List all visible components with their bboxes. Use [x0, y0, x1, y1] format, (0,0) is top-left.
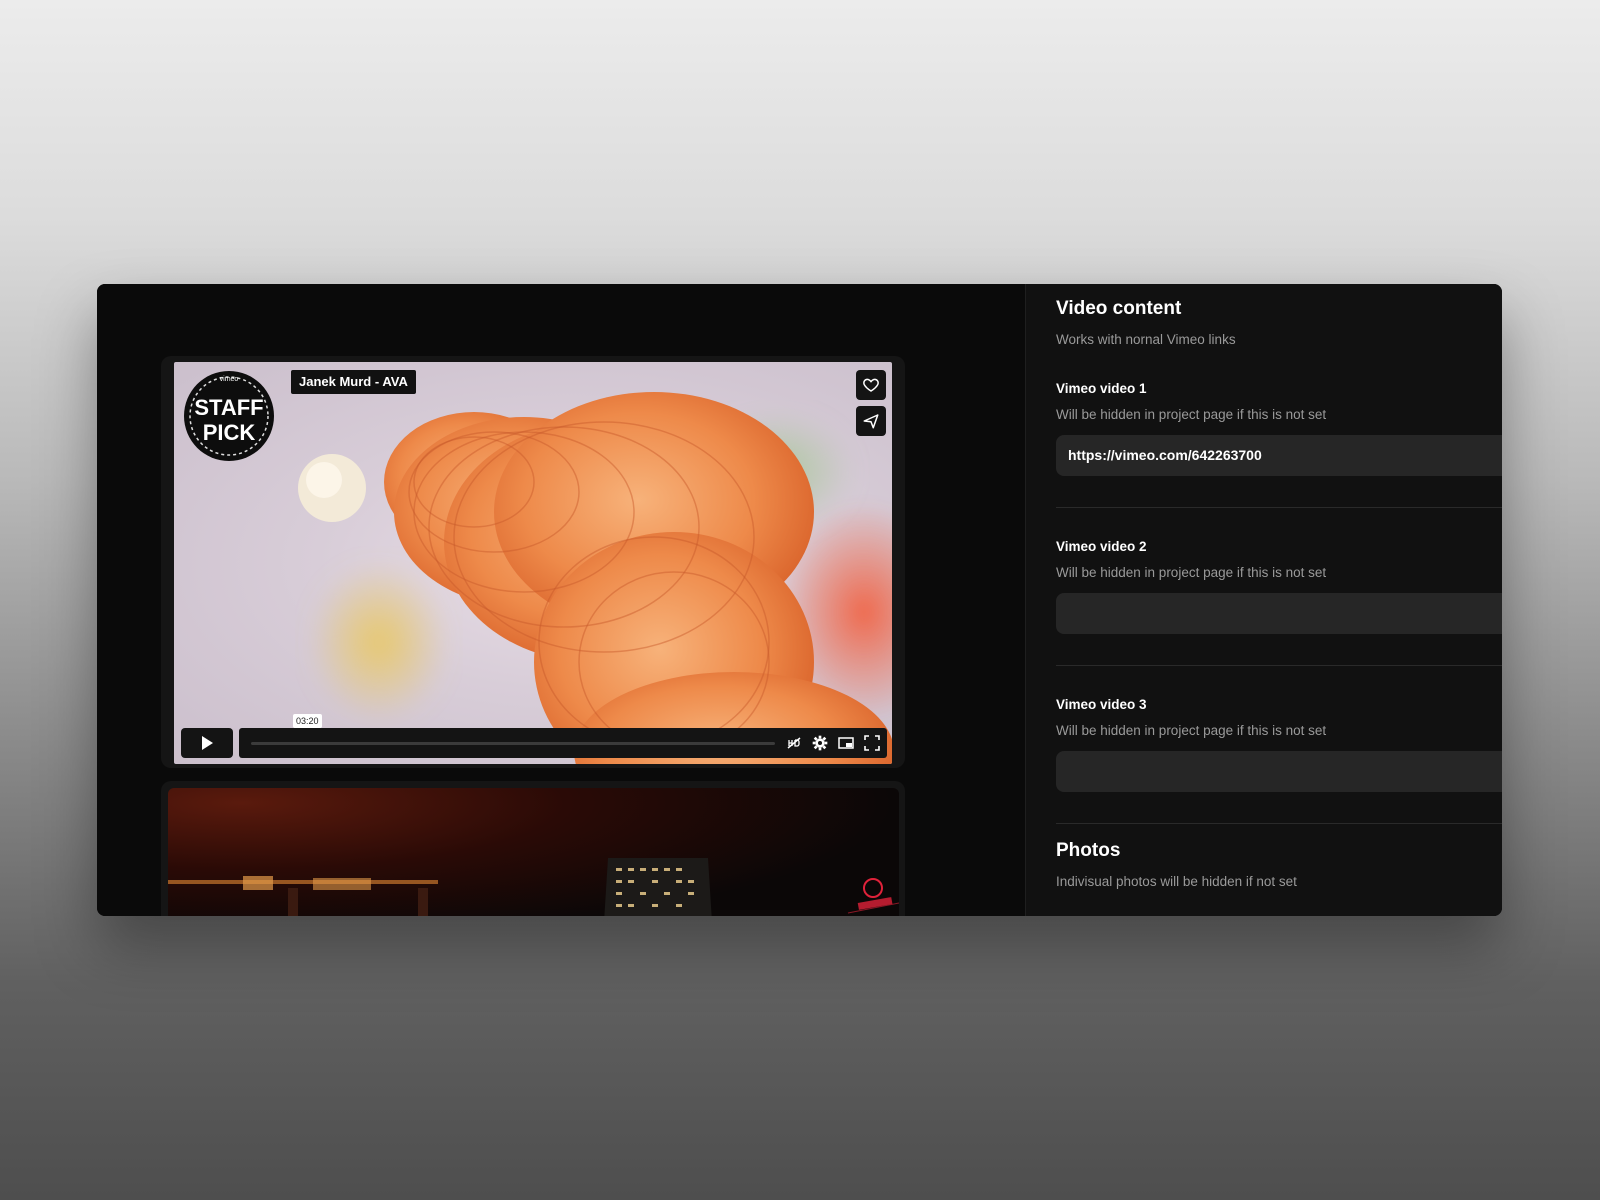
- divider: [1056, 823, 1502, 824]
- share-button[interactable]: [856, 406, 886, 436]
- settings-button[interactable]: [811, 734, 829, 752]
- player-controls: 03:20: [181, 714, 887, 758]
- photos-title: Photos: [1056, 840, 1121, 861]
- vimeo-video-3-input[interactable]: [1056, 751, 1502, 792]
- vimeo-badge-brand: vimeo: [220, 376, 239, 383]
- video-content-description: Works with nornal Vimeo links: [1056, 332, 1236, 347]
- staff-text: STAFF: [194, 395, 263, 420]
- preview-pane: vimeo STAFF PICK Janek Murd - AVA 03:20: [97, 284, 1025, 916]
- video-title-badge[interactable]: Janek Murd - AVA: [291, 370, 416, 394]
- photos-description: Indivisual photos will be hidden if not …: [1056, 874, 1297, 889]
- share-icon: [863, 414, 879, 429]
- progress-bar-container: 03:20: [239, 714, 887, 758]
- vimeo-video-1-hint: Will be hidden in project page if this i…: [1056, 407, 1327, 422]
- night-city-frame: [168, 858, 899, 916]
- pick-text: PICK: [203, 420, 256, 445]
- video-card-2: [161, 781, 905, 916]
- settings-panel: Video content Works with nornal Vimeo li…: [1025, 284, 1502, 916]
- vimeo-video-1-input[interactable]: [1056, 435, 1502, 476]
- staff-pick-badge: vimeo STAFF PICK: [184, 371, 274, 461]
- video-card-1: vimeo STAFF PICK Janek Murd - AVA 03:20: [161, 356, 905, 768]
- divider: [1056, 507, 1502, 508]
- divider: [1056, 665, 1502, 666]
- vimeo-player[interactable]: vimeo STAFF PICK Janek Murd - AVA 03:20: [174, 362, 892, 764]
- heart-icon: [863, 378, 879, 392]
- fullscreen-button[interactable]: [863, 734, 881, 752]
- vimeo-video-2-label: Vimeo video 2: [1056, 539, 1147, 554]
- vimeo-video-2-hint: Will be hidden in project page if this i…: [1056, 565, 1327, 580]
- hd-icon: [787, 737, 801, 749]
- video-content-title: Video content: [1056, 298, 1182, 319]
- control-icons: [785, 734, 881, 752]
- vimeo-video-1-label: Vimeo video 1: [1056, 381, 1147, 396]
- video-thumbnail-2[interactable]: [168, 788, 899, 916]
- fullscreen-icon: [864, 735, 880, 751]
- pip-button[interactable]: [837, 734, 855, 752]
- progress-track[interactable]: [251, 742, 775, 745]
- video-frame: [298, 392, 892, 764]
- hd-button[interactable]: [785, 734, 803, 752]
- vimeo-video-3-hint: Will be hidden in project page if this i…: [1056, 723, 1327, 738]
- play-icon: [202, 736, 213, 750]
- pip-icon: [838, 737, 854, 749]
- time-tooltip: 03:20: [293, 714, 322, 728]
- gear-icon: [812, 735, 828, 751]
- play-button[interactable]: [181, 728, 233, 758]
- app-window: vimeo STAFF PICK Janek Murd - AVA 03:20 …: [97, 284, 1502, 916]
- like-button[interactable]: [856, 370, 886, 400]
- vimeo-video-2-input[interactable]: [1056, 593, 1502, 634]
- vimeo-video-3-label: Vimeo video 3: [1056, 697, 1147, 712]
